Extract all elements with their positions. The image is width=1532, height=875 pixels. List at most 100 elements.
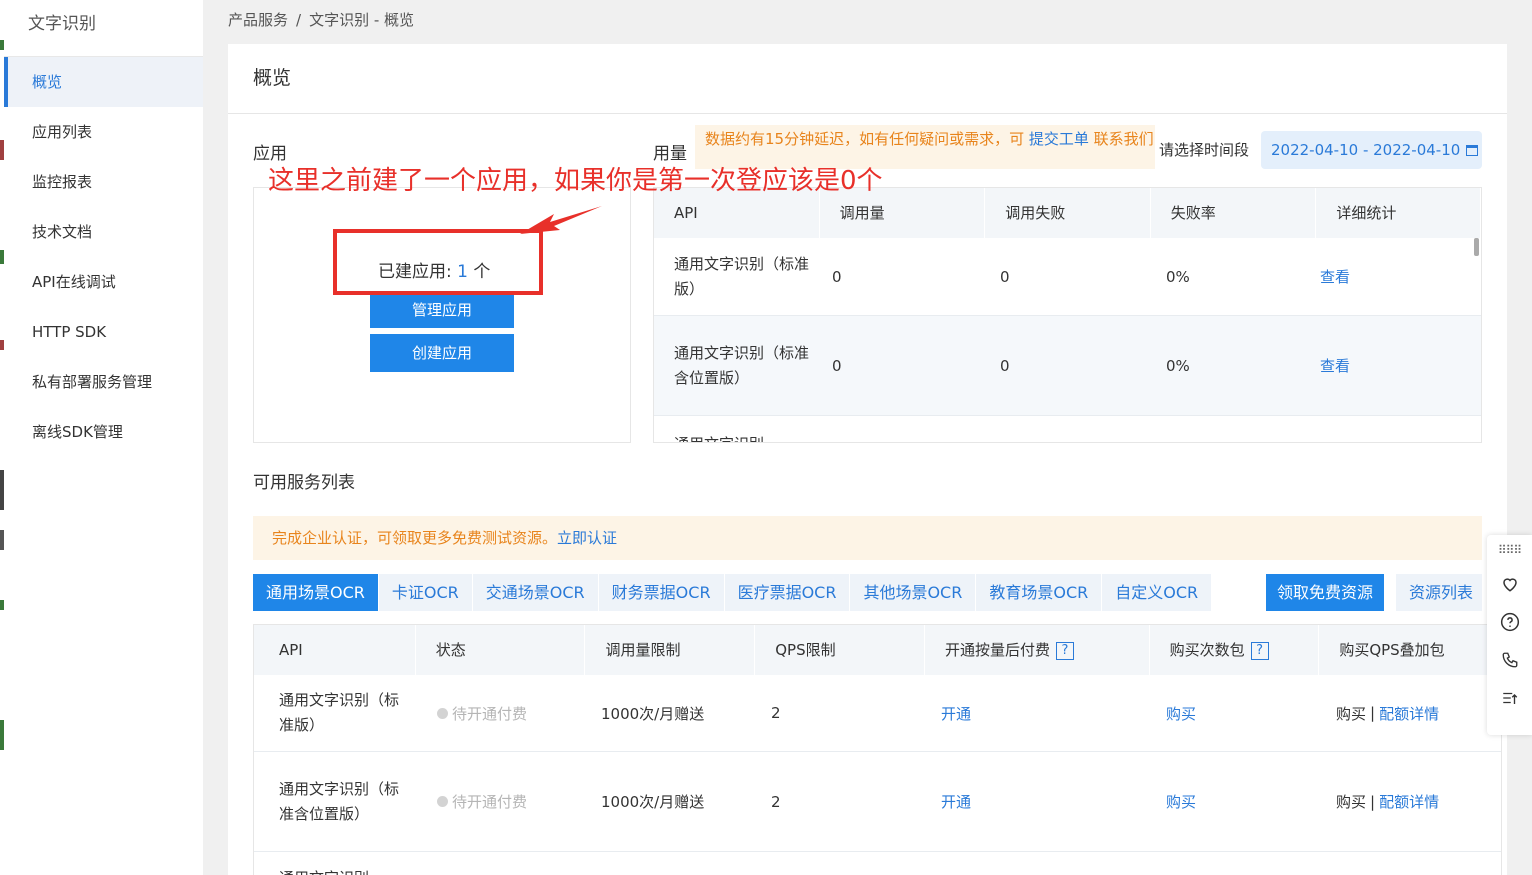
- breadcrumb: 产品服务 / 文字识别 - 概览: [228, 9, 414, 30]
- help-question-icon[interactable]: ?: [1250, 642, 1269, 660]
- status-dot-icon: [437, 796, 448, 807]
- phone-icon[interactable]: [1487, 641, 1532, 679]
- svc-qps-cell: 2: [771, 792, 781, 811]
- tab-other-ocr[interactable]: 其他场景OCR: [850, 574, 976, 611]
- usage-rate-cell: 0%: [1166, 267, 1190, 286]
- service-tabs: 通用场景OCR 卡证OCR 交通场景OCR 财务票据OCR 医疗票据OCR 其他…: [253, 574, 1212, 611]
- svc-status-text: 待开通付费: [452, 793, 528, 811]
- annotation-highlight-box: [333, 229, 543, 295]
- usage-api-cell: 通用文字识别（标准版）: [674, 254, 810, 298]
- tab-education-ocr[interactable]: 教育场景OCR: [976, 574, 1102, 611]
- sidebar-item-http-sdk[interactable]: HTTP SDK: [4, 307, 203, 357]
- sidebar-item-api-debug[interactable]: API在线调试: [4, 257, 203, 307]
- svc-limit-cell: 1000次/月赠送: [601, 704, 705, 723]
- table-row: 通用文字识别（标准版） 待开通付费 1000次/月赠送 2 开通 购买 购买 | 配…: [254, 675, 1501, 752]
- usage-col-failed: 调用失败: [985, 188, 1151, 238]
- tab-medical-ocr[interactable]: 医疗票据OCR: [724, 574, 850, 611]
- date-range-picker[interactable]: 2022-04-10 - 2022-04-10: [1261, 131, 1482, 169]
- svc-col-limit: 调用量限制: [585, 625, 756, 675]
- svc-status-cell: 待开通付费: [411, 752, 581, 851]
- page-title: 概览: [228, 44, 1507, 114]
- create-app-button[interactable]: 创建应用: [370, 334, 514, 372]
- usage-col-rate: 失败率: [1151, 188, 1317, 238]
- annotation-text: 这里之前建了一个应用，如果你是第一次登应该是0个: [268, 166, 883, 196]
- table-row: 通用文字识别（标准含位置版） 0 0 0% 查看: [654, 316, 1481, 416]
- svc-col-api: API: [254, 625, 416, 675]
- list-up-icon[interactable]: [1487, 679, 1532, 717]
- sidebar-item-monitor[interactable]: 监控报表: [4, 157, 203, 207]
- svc-buy-link[interactable]: 购买: [1146, 675, 1316, 751]
- drag-handle-icon[interactable]: ⠿⠿⠿: [1487, 535, 1532, 565]
- period-label: 请选择时间段: [1159, 141, 1250, 159]
- services-heading: 可用服务列表: [253, 473, 355, 493]
- cert-link[interactable]: 立即认证: [557, 529, 617, 547]
- breadcrumb-separator: /: [296, 11, 302, 29]
- sidebar-item-app-list[interactable]: 应用列表: [4, 107, 203, 157]
- usage-rate-cell: 0%: [1166, 356, 1190, 375]
- usage-api-cell: 通用文字识别（标准含位置版）: [674, 343, 810, 387]
- submit-ticket-link[interactable]: 提交工单: [1029, 130, 1089, 148]
- cert-banner: 完成企业认证，可领取更多免费测试资源。立即认证: [253, 516, 1482, 560]
- svc-limit-cell: 1000次/月赠送: [601, 793, 705, 811]
- sidebar-title: 文字识别: [4, 0, 203, 57]
- manage-app-button[interactable]: 管理应用: [370, 292, 514, 328]
- table-row: 通用文字识别: [654, 416, 1481, 442]
- sidebar-item-offline-sdk[interactable]: 离线SDK管理: [4, 407, 203, 457]
- svc-open-link[interactable]: 开通: [921, 675, 1146, 751]
- svc-col-buy-pack-label: 购买次数包: [1169, 641, 1245, 659]
- table-row: 通用文字识别（标准版） 0 0 0% 查看: [654, 238, 1481, 316]
- svc-qps-buy-link[interactable]: 购买: [1336, 791, 1366, 812]
- svc-col-postpaid: 开通按量后付费?: [925, 625, 1150, 675]
- help-question-icon[interactable]: ?: [1055, 642, 1074, 660]
- resource-list-button[interactable]: 资源列表: [1396, 574, 1482, 611]
- services-table: API 状态 调用量限制 QPS限制 开通按量后付费? 购买次数包? 购买QPS…: [253, 624, 1502, 875]
- svc-col-qps: QPS限制: [755, 625, 925, 675]
- free-resource-button[interactable]: 领取免费资源: [1266, 574, 1384, 611]
- svc-buy-link[interactable]: 购买: [1146, 752, 1316, 851]
- tab-custom-ocr[interactable]: 自定义OCR: [1102, 574, 1212, 611]
- usage-view-link[interactable]: 查看: [1300, 238, 1470, 315]
- svc-quota-link[interactable]: 配额详情: [1379, 791, 1439, 812]
- floating-toolbar: ⠿⠿⠿: [1487, 535, 1532, 735]
- svc-qps-pack-cell: 购买 | 配额详情: [1316, 675, 1498, 751]
- help-icon[interactable]: [1487, 603, 1532, 641]
- tab-finance-ocr[interactable]: 财务票据OCR: [598, 574, 724, 611]
- tab-general-ocr[interactable]: 通用场景OCR: [253, 574, 378, 611]
- svc-col-buy-pack: 购买次数包?: [1150, 625, 1320, 675]
- svc-api-cell: 通用文字识别: [254, 852, 411, 875]
- services-table-header: API 状态 调用量限制 QPS限制 开通按量后付费? 购买次数包? 购买QPS…: [254, 625, 1501, 675]
- usage-api-cell: 通用文字识别: [654, 416, 812, 442]
- sidebar-item-private-deploy[interactable]: 私有部署服务管理: [4, 357, 203, 407]
- svc-status-text: 待开通付费: [452, 704, 528, 723]
- svc-qps-buy-link[interactable]: 购买: [1336, 703, 1366, 724]
- calendar-icon: [1466, 145, 1479, 156]
- usage-table-scrollbar[interactable]: [1474, 238, 1479, 256]
- breadcrumb-parent[interactable]: 产品服务: [228, 11, 288, 29]
- svc-api-cell: 通用文字识别（标准含位置版）: [279, 779, 400, 823]
- svc-quota-link[interactable]: 配额详情: [1379, 703, 1439, 724]
- annotation-arrow-icon: [520, 206, 602, 234]
- breadcrumb-current: 文字识别 - 概览: [309, 11, 415, 29]
- sidebar: 文字识别 概览 应用列表 监控报表 技术文档 API在线调试 HTTP SDK …: [4, 0, 203, 875]
- usage-notice-text: 数据约有15分钟延迟，如有任何疑问或需求，可: [705, 130, 1025, 148]
- usage-col-detail: 详细统计: [1316, 188, 1481, 238]
- usage-calls-cell: 0: [832, 267, 842, 286]
- usage-table: API 调用量 调用失败 失败率 详细统计 通用文字识别（标准版） 0 0 0%…: [653, 187, 1482, 443]
- cert-text: 完成企业认证，可领取更多免费测试资源。: [272, 529, 558, 547]
- svc-qps-separator: |: [1370, 792, 1376, 811]
- svc-status-cell: 待开通付费: [411, 675, 581, 751]
- sidebar-item-docs[interactable]: 技术文档: [4, 207, 203, 257]
- tab-traffic-ocr[interactable]: 交通场景OCR: [472, 574, 598, 611]
- svc-open-link[interactable]: 开通: [921, 752, 1146, 851]
- usage-failed-cell: 0: [1000, 356, 1010, 375]
- svc-col-status: 状态: [416, 625, 586, 675]
- tab-card-ocr[interactable]: 卡证OCR: [378, 574, 472, 611]
- status-dot-icon: [437, 707, 448, 719]
- svc-qps-pack-cell: 购买 | 配额详情: [1316, 752, 1498, 851]
- table-row: 通用文字识别: [254, 852, 1501, 875]
- usage-view-link[interactable]: 查看: [1300, 316, 1470, 415]
- contact-us-text[interactable]: 联系我们: [1094, 130, 1154, 148]
- heart-icon[interactable]: [1487, 565, 1532, 603]
- date-range-value: 2022-04-10 - 2022-04-10: [1271, 141, 1461, 159]
- sidebar-item-overview[interactable]: 概览: [4, 57, 203, 107]
